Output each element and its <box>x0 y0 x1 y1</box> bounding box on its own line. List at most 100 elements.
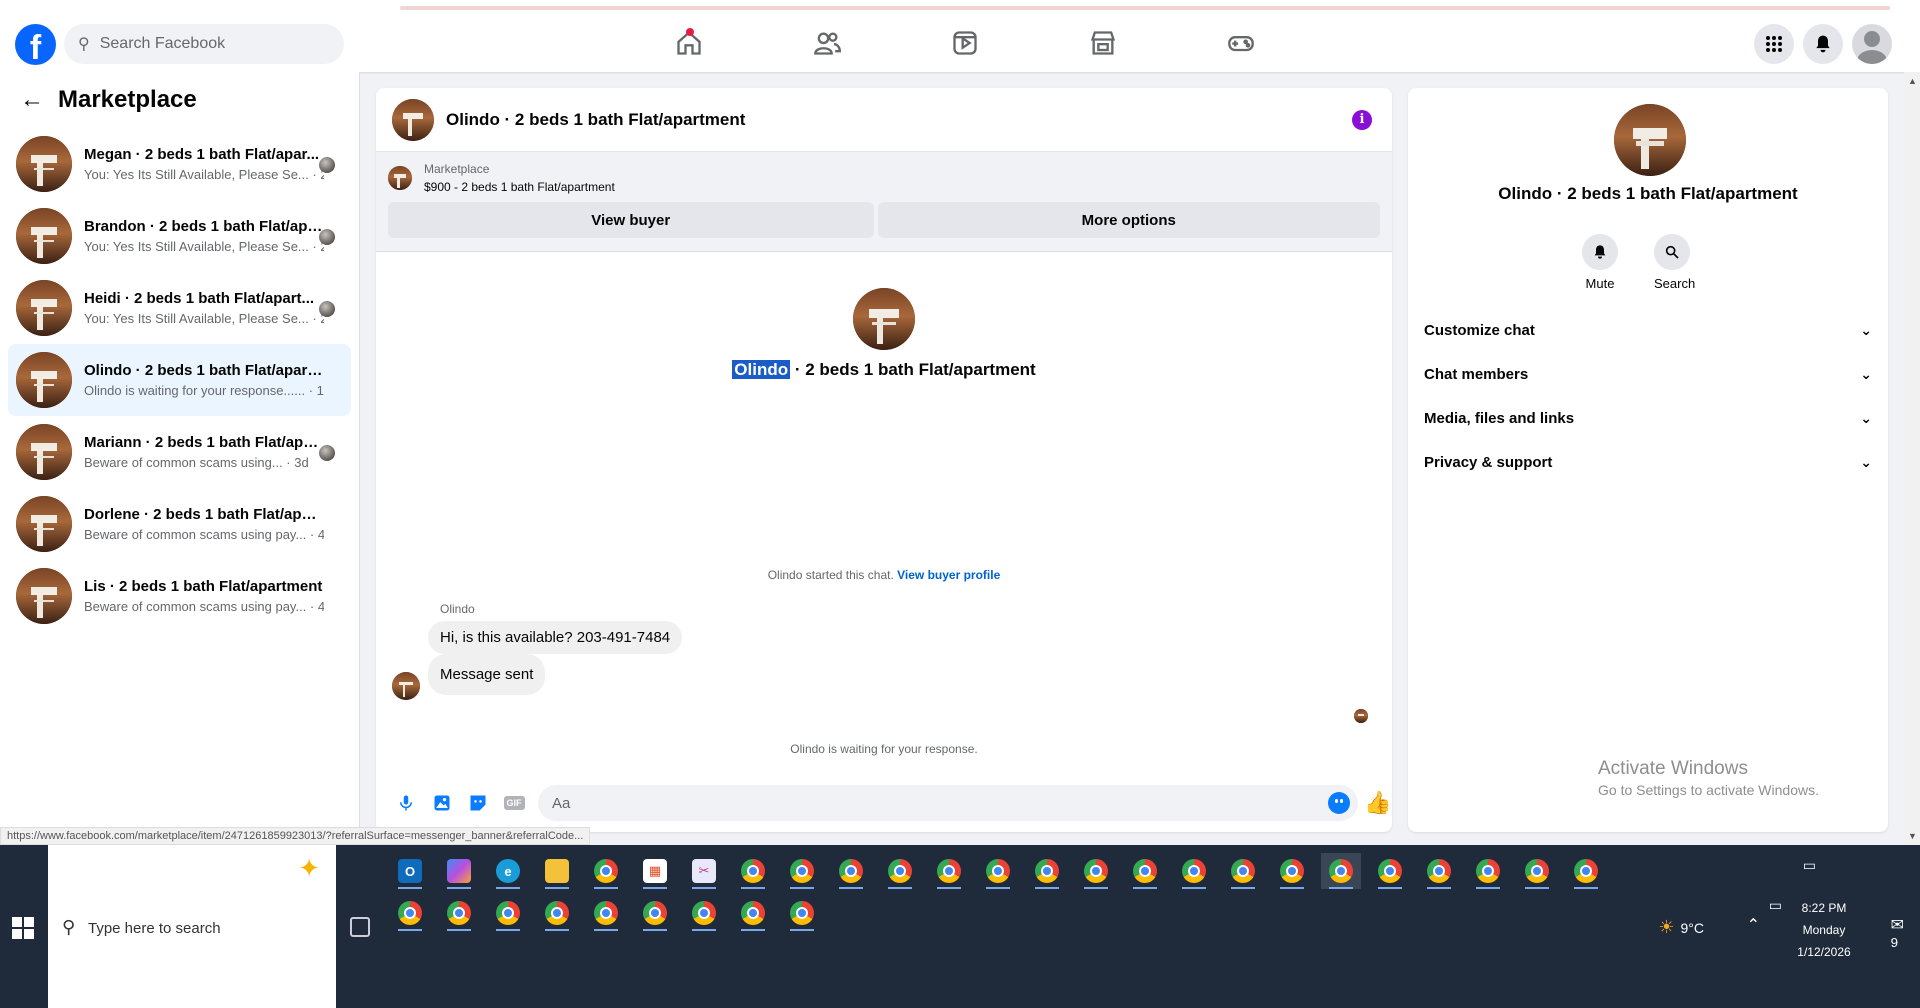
emoji-icon[interactable] <box>1328 792 1350 814</box>
mute-button[interactable]: Mute <box>1582 234 1618 291</box>
chrome-icon[interactable] <box>488 895 528 931</box>
participant-avatar <box>319 445 335 461</box>
chrome-icon[interactable] <box>978 853 1018 889</box>
chrome-icon[interactable] <box>1125 853 1165 889</box>
conversation-item[interactable]: Brandon · 2 beds 1 bath Flat/apa... You: … <box>8 200 351 272</box>
chrome-icon[interactable] <box>782 895 822 931</box>
conversation-item[interactable]: Megan · 2 beds 1 bath Flat/apar... You: Y… <box>8 128 351 200</box>
banner-listing-thumbnail[interactable] <box>388 166 412 190</box>
participant-avatar <box>319 229 335 245</box>
sticker-icon[interactable] <box>460 785 496 821</box>
chrome-icon[interactable] <box>1272 853 1312 889</box>
listing-thumbnail[interactable] <box>392 98 434 141</box>
details-sections: Customize chat ⌄ Chat members ⌄ Media, fil… <box>1424 308 1872 484</box>
chrome-icon[interactable] <box>635 895 675 931</box>
chevron-down-icon: ⌄ <box>1860 365 1872 382</box>
chat-header-title[interactable]: Olindo · 2 beds 1 bath Flat/apartment <box>446 110 745 130</box>
photo-attach-icon[interactable] <box>424 785 460 821</box>
profile-avatar[interactable] <box>1852 24 1892 64</box>
chrome-icon[interactable] <box>733 853 773 889</box>
chrome-icon[interactable] <box>831 853 871 889</box>
chrome-icon[interactable] <box>1419 853 1459 889</box>
scroll-down-arrow-icon[interactable]: ▼ <box>1908 831 1917 841</box>
gif-icon[interactable]: GIF <box>496 785 532 821</box>
search-icon: ⚲ <box>78 36 90 53</box>
chrome-icon[interactable] <box>1223 853 1263 889</box>
message-bubble[interactable]: Message sent <box>428 654 546 695</box>
chrome-icon[interactable] <box>1321 853 1361 889</box>
chrome-icon[interactable] <box>929 853 969 889</box>
edge-icon[interactable]: e <box>488 853 528 889</box>
chrome-icon[interactable] <box>390 895 430 931</box>
chrome-icon[interactable] <box>537 895 577 931</box>
view-buyer-button[interactable]: View buyer <box>388 202 874 238</box>
back-arrow-icon[interactable]: ← <box>20 86 44 114</box>
network-icon[interactable]: ▭ <box>1769 897 1782 914</box>
info-icon[interactable]: i <box>1352 110 1372 130</box>
windows-start-icon[interactable] <box>12 917 34 939</box>
chrome-icon[interactable] <box>1566 853 1606 889</box>
sender-avatar[interactable] <box>392 672 420 700</box>
chrome-icon[interactable] <box>1517 853 1557 889</box>
chrome-icon[interactable] <box>439 895 479 931</box>
notifications-bell-icon[interactable] <box>1803 24 1843 64</box>
details-title: Olindo · 2 beds 1 bath Flat/apartment <box>1498 184 1798 203</box>
message-input[interactable]: Aa <box>538 785 1358 821</box>
task-view-icon[interactable] <box>350 917 370 937</box>
conversation-title: Megan · 2 beds 1 bath Flat/apar... <box>84 146 320 163</box>
microsoft-store-icon[interactable]: ▦ <box>635 853 675 889</box>
conversation-item[interactable]: Lis · 2 beds 1 bath Flat/apartment Beware… <box>8 560 351 632</box>
clock[interactable]: 8:22 PM Monday 1/12/2026 <box>1784 897 1864 963</box>
thumbs-up-icon[interactable]: 👍 <box>1364 790 1391 816</box>
file-explorer-icon[interactable] <box>537 853 577 889</box>
view-buyer-profile-link[interactable]: View buyer profile <box>897 568 1000 582</box>
notification-center-icon[interactable]: ✉9 <box>1891 915 1904 958</box>
microphone-icon[interactable] <box>388 785 424 821</box>
chrome-icon[interactable] <box>1076 853 1116 889</box>
scroll-up-arrow-icon[interactable]: ▲ <box>1908 76 1917 86</box>
conversation-item[interactable]: Dorlene · 2 beds 1 bath Flat/apart... Bew… <box>8 488 351 560</box>
banner-listing-text[interactable]: $900 - 2 beds 1 bath Flat/apartment <box>424 178 615 196</box>
copilot-key-icon[interactable]: ▭ <box>1803 857 1816 874</box>
chrome-icon[interactable] <box>1027 853 1067 889</box>
outlook-icon[interactable]: O <box>390 853 430 889</box>
chrome-icon[interactable] <box>1370 853 1410 889</box>
snipping-tool-icon[interactable]: ✂ <box>684 853 724 889</box>
chrome-icon[interactable] <box>1174 853 1214 889</box>
chrome-icon[interactable] <box>586 895 626 931</box>
video-icon[interactable] <box>896 14 1034 72</box>
menu-grid-icon[interactable] <box>1754 24 1794 64</box>
customize-chat-section[interactable]: Customize chat ⌄ <box>1424 308 1872 352</box>
mute-label: Mute <box>1585 276 1615 291</box>
chrome-icon[interactable] <box>782 853 822 889</box>
conversation-item[interactable]: Heidi · 2 beds 1 bath Flat/apart... You: … <box>8 272 351 344</box>
search-in-chat-button[interactable]: Search <box>1654 234 1695 291</box>
banner-label: Marketplace <box>424 162 490 176</box>
home-icon[interactable] <box>620 14 758 72</box>
show-hidden-icons-icon[interactable]: ⌃ <box>1747 915 1760 935</box>
taskbar-search-box[interactable]: ✦ ⚲ Type here to search <box>48 845 336 1008</box>
conversation-item[interactable]: Mariann · 2 beds 1 bath Flat/apa... Bewar… <box>8 416 351 488</box>
chat-members-section[interactable]: Chat members ⌄ <box>1424 352 1872 396</box>
media-files-links-section[interactable]: Media, files and links ⌄ <box>1424 396 1872 440</box>
chrome-icon[interactable] <box>586 853 626 889</box>
details-listing-photo[interactable] <box>1614 104 1686 176</box>
chrome-icon[interactable] <box>880 853 920 889</box>
chat-details-panel: Olindo · 2 beds 1 bath Flat/apartment Mu… <box>1408 88 1888 832</box>
more-options-button[interactable]: More options <box>877 202 1380 238</box>
facebook-logo[interactable]: f <box>15 24 56 67</box>
conversation-snippet: Beware of common scams using... · 3d <box>84 455 309 470</box>
chrome-icon[interactable] <box>1468 853 1508 889</box>
chrome-icon[interactable] <box>684 895 724 931</box>
copilot-icon[interactable] <box>439 853 479 889</box>
friends-icon[interactable] <box>758 14 896 72</box>
chrome-icon[interactable] <box>733 895 773 931</box>
weather-widget[interactable]: ☀ 9°C <box>1658 917 1704 938</box>
search-facebook-input[interactable]: ⚲ Search Facebook <box>64 24 344 64</box>
gaming-icon[interactable] <box>1172 14 1310 72</box>
privacy-support-section[interactable]: Privacy & support ⌄ <box>1424 440 1872 484</box>
message-bubble[interactable]: Hi, is this available? 203-491-7484 <box>428 621 683 654</box>
conversation-item[interactable]: Olindo · 2 beds 1 bath Flat/apartm... Oli… <box>8 344 351 416</box>
page-scrollbar[interactable]: ▲ ▼ <box>1904 72 1920 845</box>
marketplace-icon[interactable] <box>1034 14 1172 72</box>
